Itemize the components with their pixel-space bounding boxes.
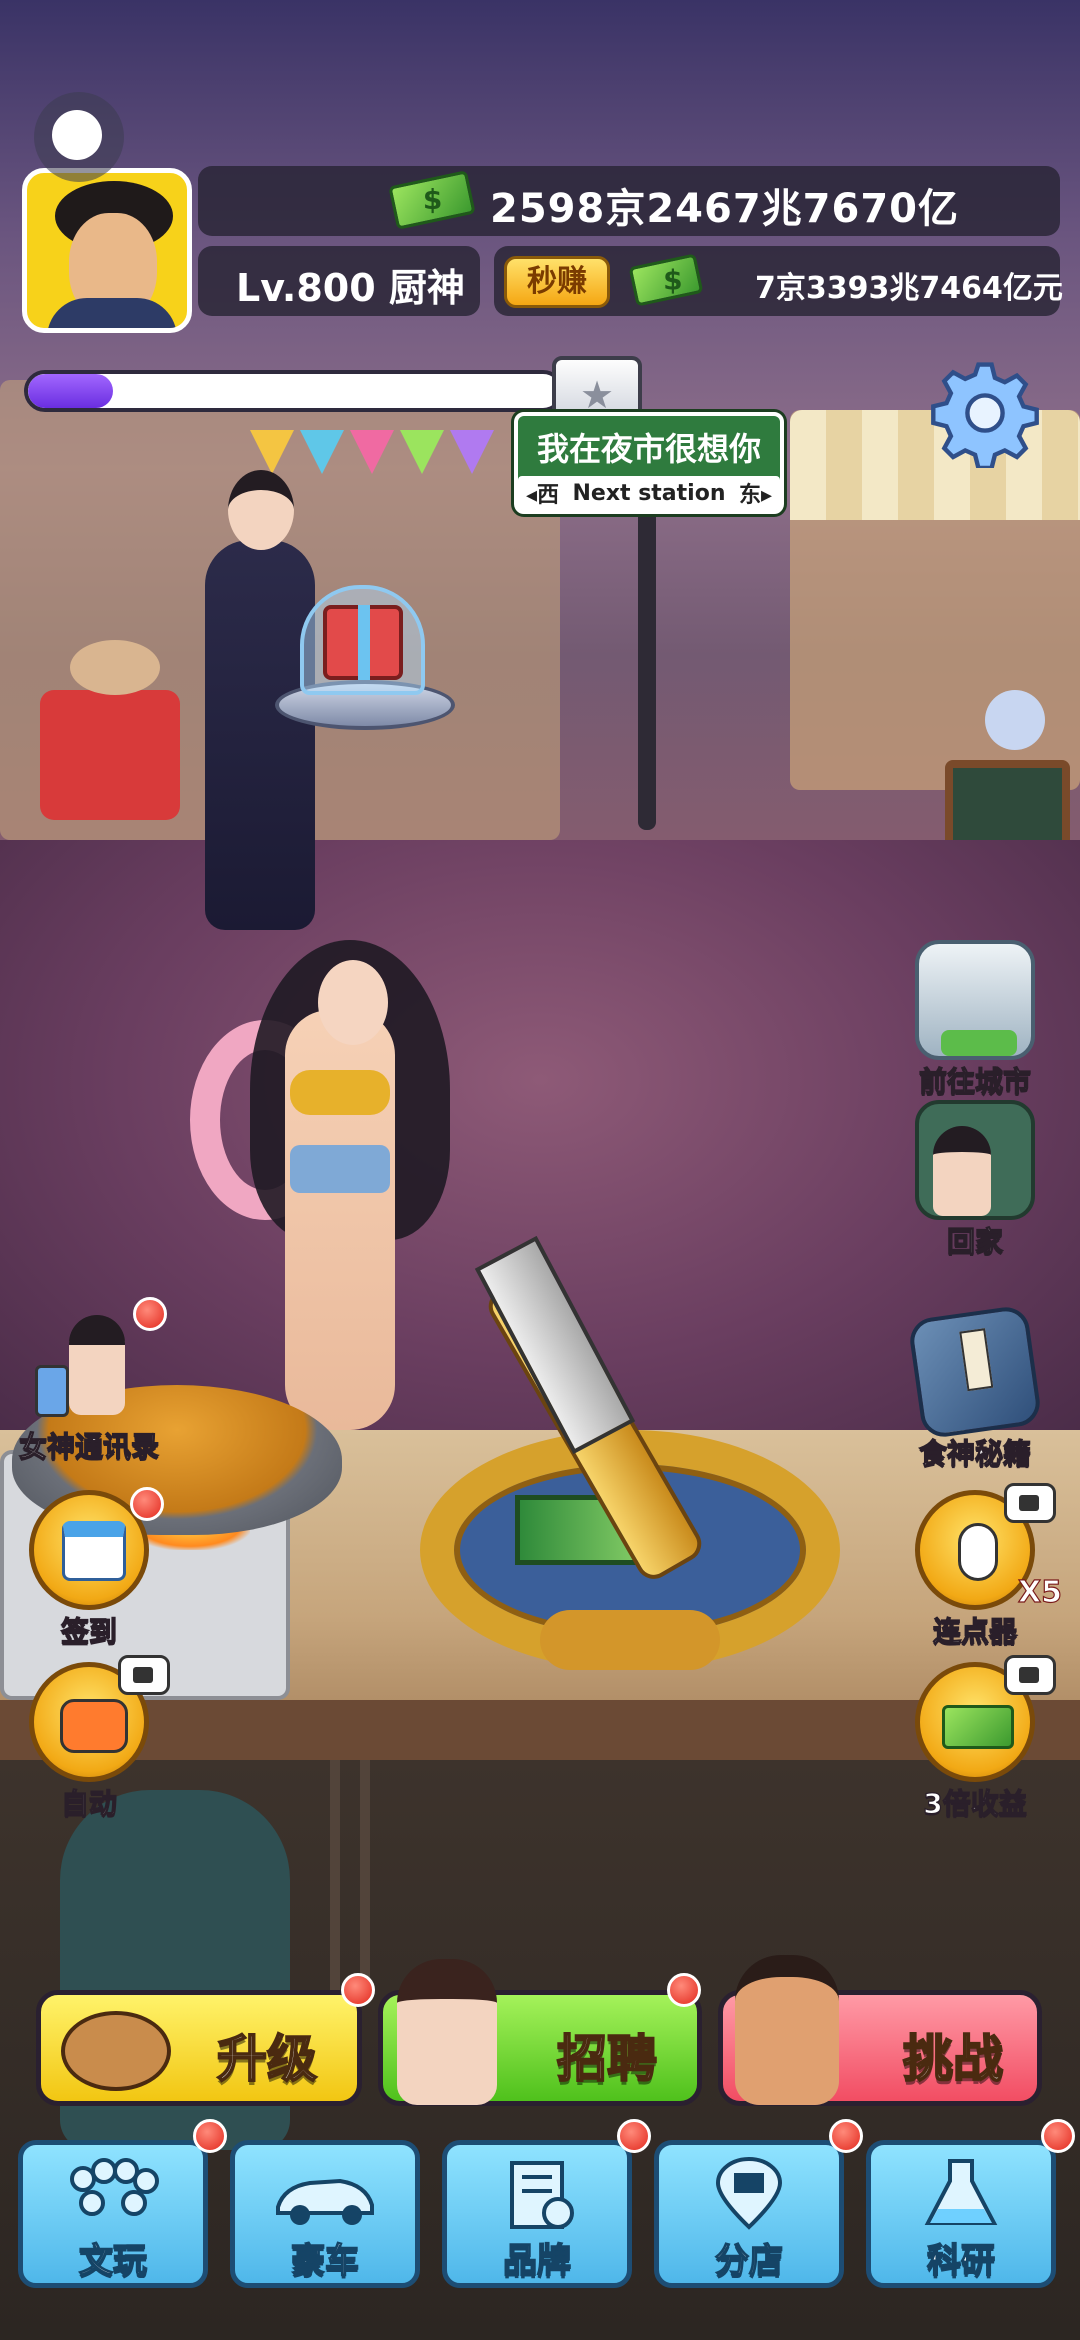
- video-ad-icon: [1004, 1483, 1056, 1523]
- go-to-city-label: 前往城市: [918, 1064, 1031, 1098]
- nav-luxury-car-label: 豪车: [290, 2240, 360, 2282]
- notification-dot: [193, 2119, 227, 2153]
- goddess-contacts-icon: [29, 1297, 167, 1425]
- calendar-checkin-icon: [29, 1487, 164, 1610]
- progress-fill: [28, 374, 114, 408]
- woman-head: [228, 470, 294, 550]
- rival-chef-icon: [735, 1955, 839, 2105]
- bead-bracelet-icon: [58, 2157, 168, 2231]
- notification-dot: [130, 1487, 164, 1521]
- money-amount: 2598京2467兆7670亿: [490, 186, 959, 232]
- nav-research[interactable]: 科研: [866, 2119, 1075, 2288]
- store-location-icon: [694, 2157, 804, 2231]
- cabinet-divider: [360, 1760, 370, 2000]
- recipe-book-icon: [907, 1304, 1043, 1440]
- multiplier-label: X5: [1017, 1574, 1063, 1610]
- bunting-flag: [350, 430, 394, 474]
- player-level: Lv.800 厨神: [236, 266, 465, 310]
- cleaver-board-icon: [61, 2011, 171, 2091]
- nav-brand[interactable]: 品牌: [442, 2119, 651, 2288]
- gift-ribbon: [358, 605, 370, 680]
- auto-clicker-button[interactable]: X5 连点器: [900, 1483, 1063, 1650]
- goddess-contacts-button[interactable]: 女神通讯录: [14, 1297, 167, 1465]
- notification-dot: [667, 1973, 701, 2007]
- nav-collectibles[interactable]: 文玩: [18, 2119, 227, 2288]
- gear-icon: [931, 362, 1039, 471]
- settings-button[interactable]: [930, 358, 1040, 471]
- player-avatar[interactable]: [22, 168, 192, 333]
- city-buildings-icon: [915, 940, 1035, 1060]
- sleeping-cat: [70, 640, 160, 695]
- go-home-label: 回家: [946, 1224, 1003, 1258]
- woman-in-black-dress[interactable]: [205, 540, 315, 930]
- nav-branch-store[interactable]: 分店: [654, 2119, 863, 2288]
- swimmer-shorts: [290, 1145, 390, 1193]
- east-label[interactable]: 东▸: [739, 477, 772, 509]
- instant-earn-button[interactable]: 秒赚: [504, 256, 610, 308]
- avatar-shirt: [47, 298, 177, 328]
- swimmer-top: [290, 1070, 390, 1115]
- sports-car-icon: [270, 2157, 380, 2231]
- auto-button[interactable]: 自动: [14, 1655, 170, 1822]
- upgrade-button[interactable]: 升级: [36, 1973, 375, 2106]
- swimmer-head: [318, 960, 388, 1045]
- floating-toggle-button[interactable]: [34, 92, 124, 182]
- nav-collectibles-label: 文玩: [78, 2240, 148, 2282]
- upgrade-label: 升级: [216, 2029, 318, 2089]
- dragon-ornament: [540, 1610, 720, 1670]
- check-in-label: 签到: [60, 1614, 117, 1648]
- auto-label: 自动: [60, 1786, 117, 1820]
- nav-brand-label: 品牌: [502, 2240, 572, 2282]
- brand-building-icon: [482, 2157, 592, 2231]
- next-station-label: Next station: [572, 480, 726, 506]
- recipe-book-button[interactable]: 食神秘籍: [900, 1304, 1050, 1472]
- notification-dot: [133, 1297, 167, 1331]
- income-rate: 7京3393兆7464亿元: [755, 271, 1063, 306]
- robot-auto-icon: [29, 1655, 170, 1782]
- bunting-flag: [450, 430, 494, 474]
- notification-dot: [829, 2119, 863, 2153]
- recruit-button[interactable]: 招聘: [378, 1959, 702, 2106]
- notification-dot: [341, 1973, 375, 2007]
- money-triple-icon: [915, 1655, 1056, 1782]
- street-lamp-pole: [638, 500, 656, 830]
- goddess-contacts-label: 女神通讯录: [18, 1429, 159, 1463]
- recipe-book-label: 食神秘籍: [918, 1436, 1031, 1470]
- nav-branch-store-label: 分店: [714, 2240, 784, 2282]
- home-door-icon: [915, 1100, 1035, 1220]
- challenge-label: 挑战: [902, 2029, 1004, 2089]
- station-direction-strip: ◂西 Next station 东▸: [518, 476, 780, 510]
- triple-income-button[interactable]: 3倍收益: [900, 1655, 1056, 1822]
- station-name: 我在夜市很想你: [536, 430, 761, 468]
- bunting-flag: [300, 430, 344, 474]
- nav-luxury-car[interactable]: 豪车: [230, 2140, 420, 2288]
- level-progress-bar: [24, 370, 564, 412]
- video-ad-icon: [1004, 1655, 1056, 1695]
- bunting-flag: [250, 430, 294, 474]
- flask-icon: [906, 2157, 1016, 2231]
- tap-hand-icon: X5: [915, 1483, 1063, 1611]
- recruit-label: 招聘: [556, 2029, 658, 2089]
- red-stool: [40, 690, 180, 820]
- video-ad-icon: [118, 1655, 170, 1695]
- bunting-flag: [400, 430, 444, 474]
- go-to-city-button[interactable]: 前往城市: [900, 940, 1050, 1100]
- challenge-button[interactable]: 挑战: [718, 1955, 1042, 2106]
- cabinet-divider: [330, 1760, 340, 2000]
- west-label[interactable]: ◂西: [526, 477, 559, 509]
- auto-clicker-label: 连点器: [932, 1614, 1017, 1648]
- bird: [985, 690, 1045, 750]
- triple-income-label: 3倍收益: [923, 1786, 1028, 1820]
- go-home-button[interactable]: 回家: [900, 1100, 1050, 1260]
- check-in-button[interactable]: 签到: [14, 1487, 164, 1650]
- notification-dot: [617, 2119, 651, 2153]
- woman-portrait-icon: [397, 1959, 497, 2105]
- nav-research-label: 科研: [926, 2240, 996, 2282]
- notification-dot: [1041, 2119, 1075, 2153]
